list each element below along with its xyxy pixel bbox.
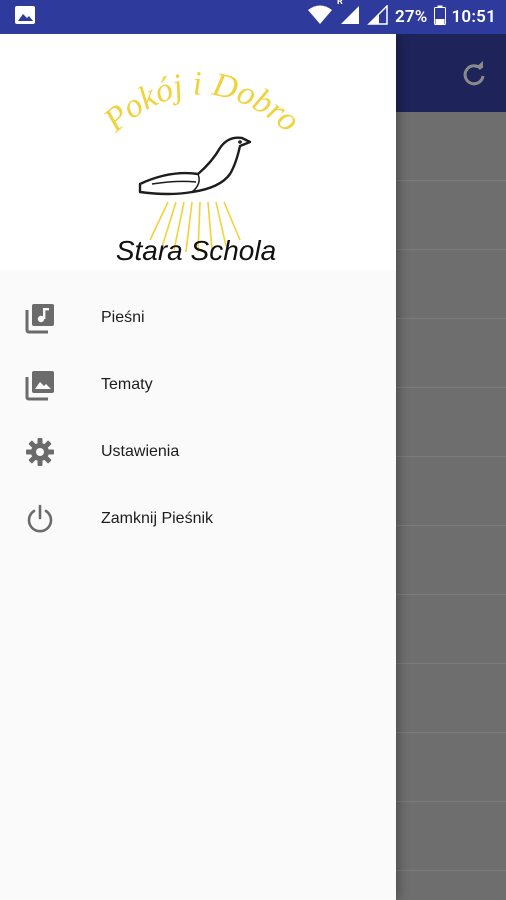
refresh-icon[interactable]	[460, 60, 488, 88]
signal-icon	[367, 4, 389, 29]
list-item	[396, 664, 506, 733]
menu-item-label: Ustawienia	[101, 442, 180, 460]
list-item	[396, 388, 506, 457]
battery-percentage: 27%	[394, 7, 428, 27]
app-content-scrim[interactable]	[396, 34, 506, 900]
drawer-menu: Pieśni Tematy Ustawienia Zamknij Pieśnik	[0, 270, 396, 552]
menu-item-ustawienia[interactable]: Ustawienia	[0, 418, 396, 485]
list-item	[396, 526, 506, 595]
roaming-indicator: R	[336, 0, 343, 7]
menu-item-piesni[interactable]: Pieśni	[0, 284, 396, 351]
list-item	[396, 595, 506, 664]
drawer-header: Pokój i Dobro Stara Schola	[0, 34, 396, 270]
gear-icon	[24, 436, 56, 468]
music-library-icon	[24, 302, 56, 334]
signal-icon: R	[337, 0, 361, 29]
menu-item-label: Zamknij Pieśnik	[101, 509, 214, 527]
list-item	[396, 457, 506, 526]
clock: 10:51	[451, 7, 496, 27]
battery-icon	[433, 5, 446, 29]
list-item	[396, 250, 506, 319]
photo-library-icon	[24, 369, 56, 401]
dove-icon	[138, 136, 252, 196]
menu-item-label: Pieśni	[101, 308, 145, 326]
list-item	[396, 802, 506, 871]
list-item	[396, 181, 506, 250]
logo-name: Stara Schola	[116, 235, 276, 266]
power-icon	[24, 503, 56, 535]
list-item	[396, 319, 506, 388]
navigation-drawer: Pokój i Dobro Stara Schola Pieśni Tematy…	[0, 34, 396, 900]
background-list	[396, 112, 506, 900]
logo-arc-text: Pokój i Dobro	[96, 65, 306, 139]
list-item	[396, 733, 506, 802]
wifi-icon	[307, 5, 333, 29]
menu-item-tematy[interactable]: Tematy	[0, 351, 396, 418]
app-logo: Pokój i Dobro Stara Schola	[96, 65, 306, 266]
list-item	[396, 112, 506, 181]
image-notification-icon	[14, 5, 36, 29]
list-item	[396, 871, 506, 900]
menu-item-zamknij[interactable]: Zamknij Pieśnik	[0, 485, 396, 552]
status-bar: R 27% 10:51	[0, 0, 506, 34]
menu-item-label: Tematy	[101, 375, 153, 393]
app-toolbar	[396, 34, 506, 112]
